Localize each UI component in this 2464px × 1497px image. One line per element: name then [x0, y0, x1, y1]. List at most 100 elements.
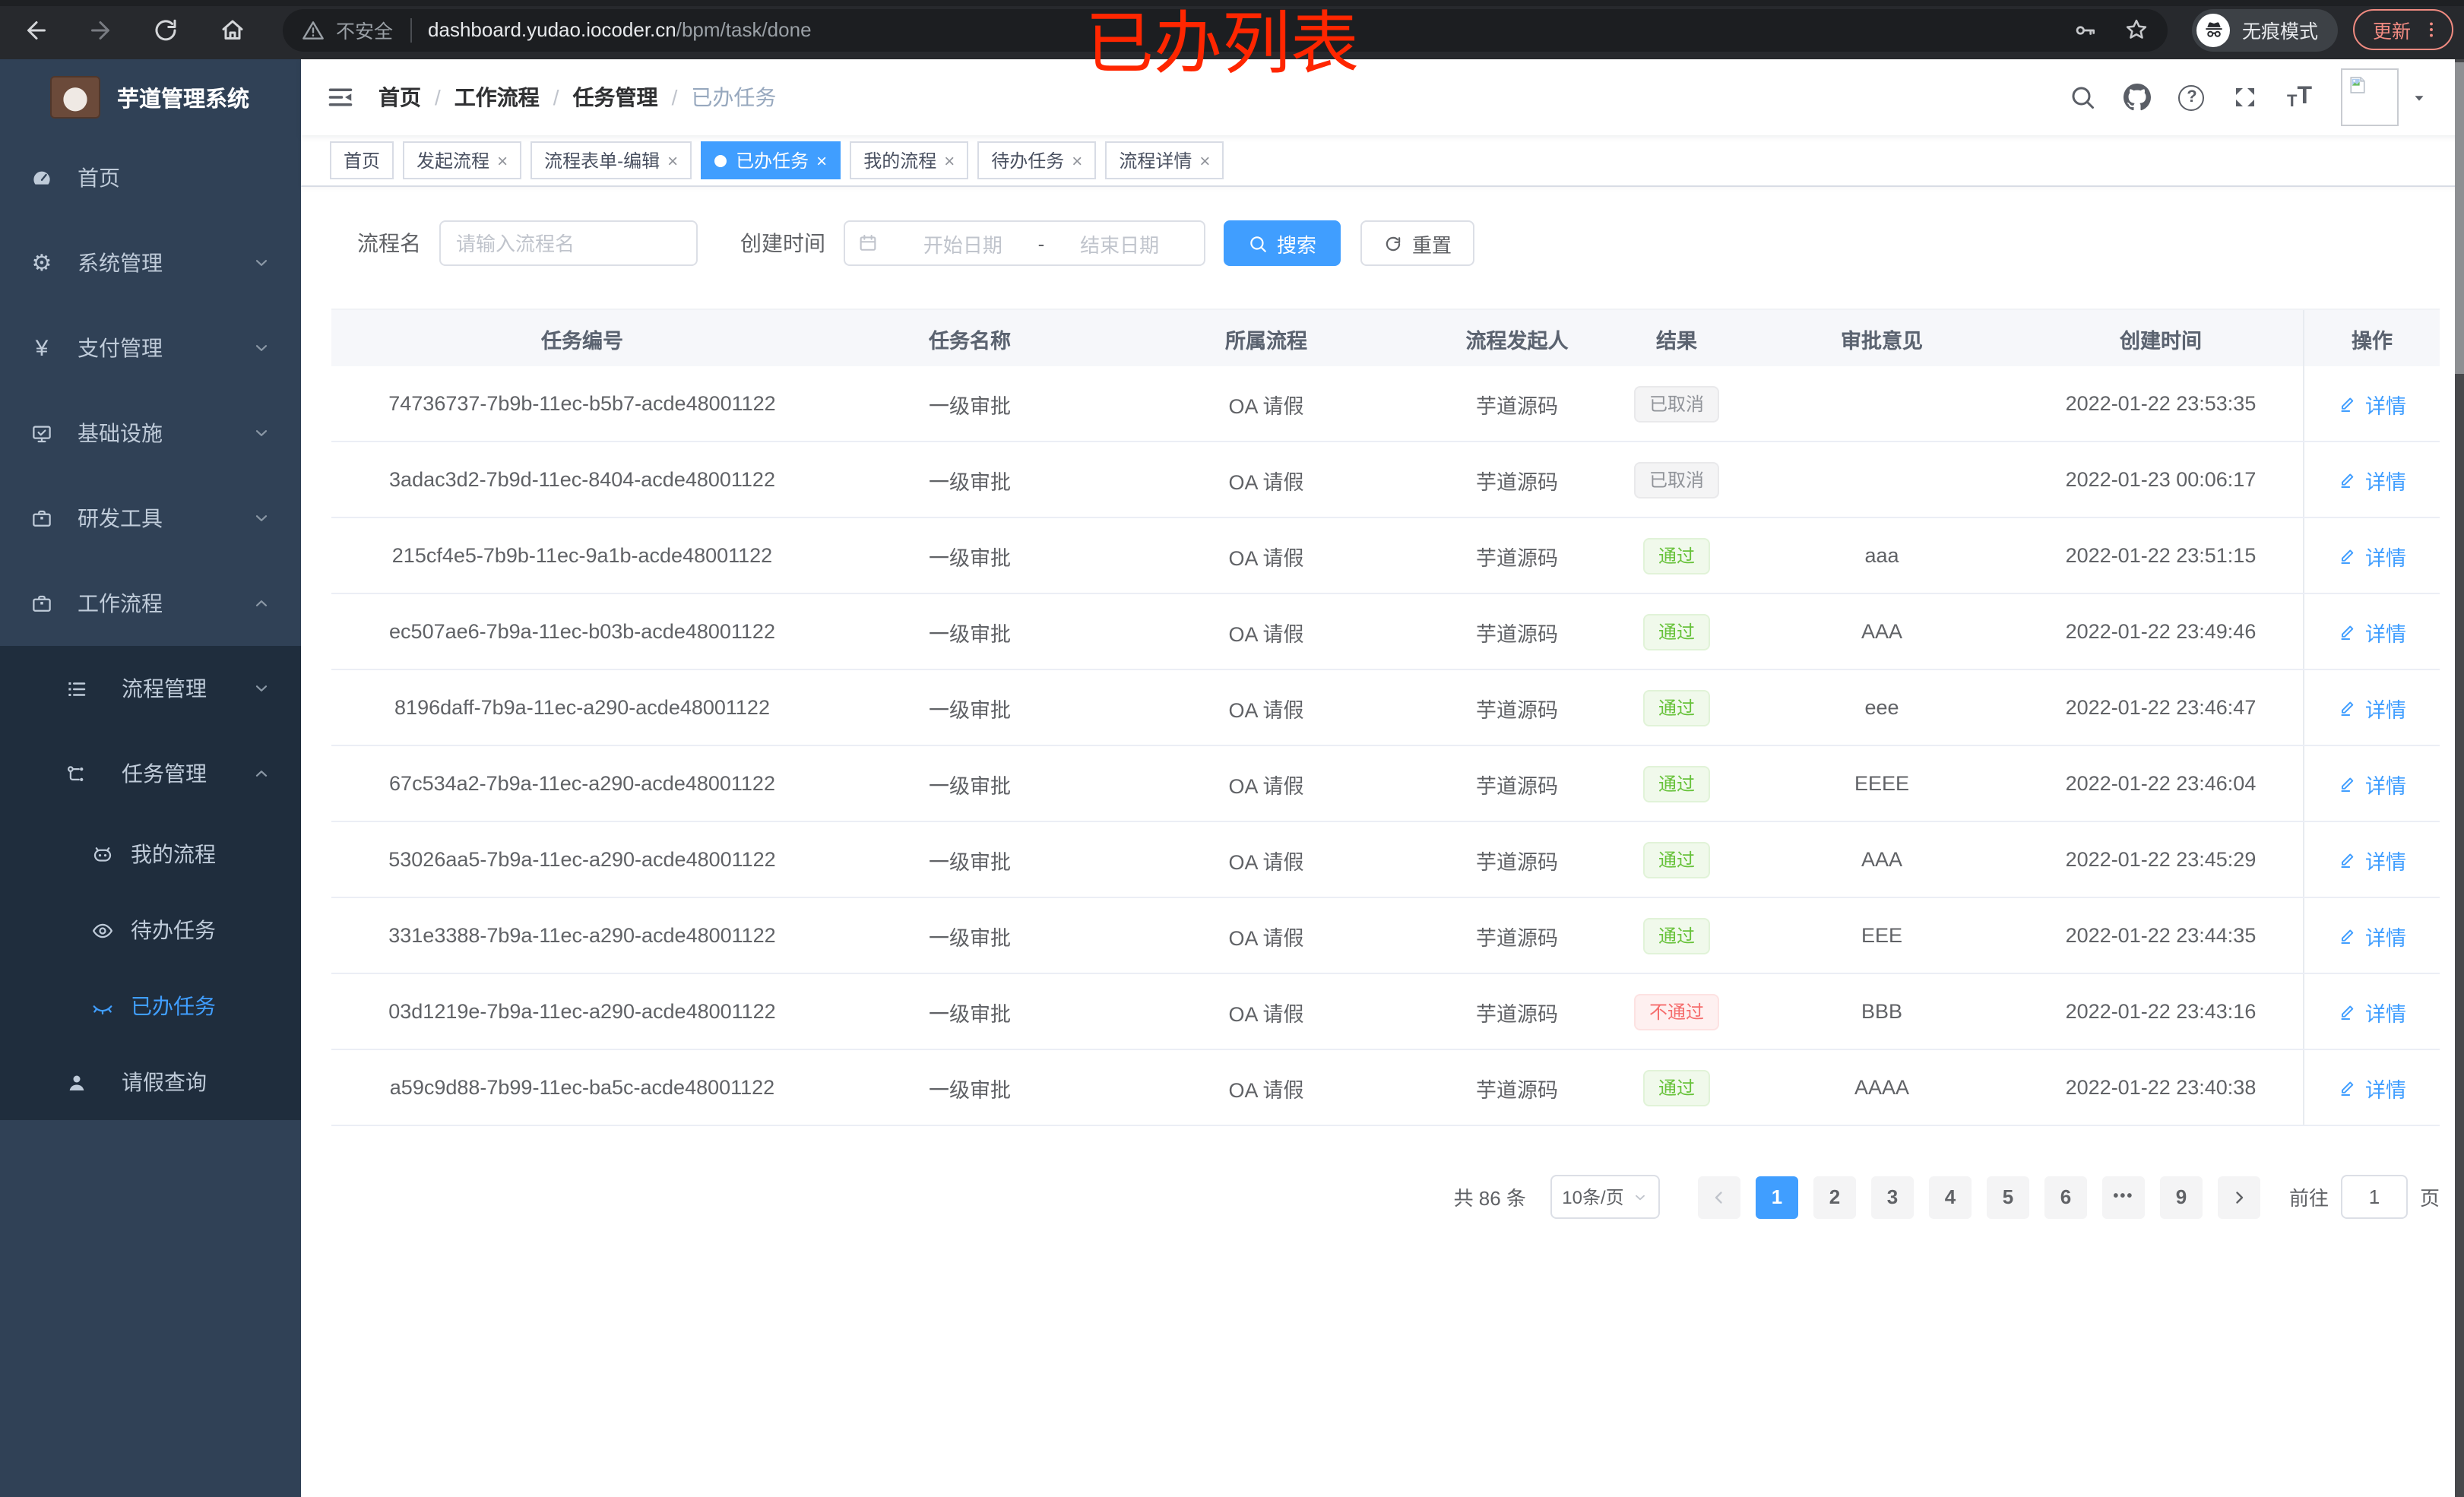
breadcrumb-item[interactable]: 工作流程 — [454, 82, 540, 112]
pager-page-2[interactable]: 2 — [1813, 1176, 1856, 1218]
next-page-button[interactable] — [2217, 1176, 2260, 1218]
sidebar-item-system[interactable]: ⚙ 系统管理 — [0, 220, 301, 305]
table-row: a59c9d88-7b99-11ec-ba5c-acde48001122 一级审批… — [331, 1050, 2440, 1126]
tab-process-detail[interactable]: 流程详情 × — [1105, 141, 1224, 179]
cell-process: OA 请假 — [1228, 1002, 1304, 1025]
tab-start-process[interactable]: 发起流程 × — [403, 141, 522, 179]
cell-starter: 芋道源码 — [1476, 1078, 1558, 1101]
chevron-down-icon — [252, 424, 271, 442]
detail-link[interactable]: 详情 — [2338, 692, 2406, 723]
search-icon[interactable] — [2070, 84, 2097, 111]
password-key-icon[interactable] — [2073, 17, 2098, 42]
date-range-input[interactable]: 开始日期 - 结束日期 — [844, 220, 1205, 266]
detail-link[interactable]: 详情 — [2338, 768, 2406, 799]
tabs-bar: 首页 发起流程 × 流程表单-编辑 × 已办任务 × 我的流程 × 待办任务 × 流程详情 × — [301, 135, 2464, 187]
sidebar-item-process-mgmt[interactable]: 流程管理 — [0, 646, 301, 731]
hamburger-icon[interactable] — [327, 84, 354, 111]
pager-ellipsis[interactable]: ••• — [2101, 1176, 2145, 1218]
reset-icon — [1383, 233, 1403, 253]
sidebar-item-task-mgmt[interactable]: 任务管理 — [0, 731, 301, 816]
detail-link[interactable]: 详情 — [2338, 996, 2406, 1027]
flow-icon — [65, 762, 88, 785]
breadcrumb-item[interactable]: 任务管理 — [573, 82, 658, 112]
detail-link[interactable]: 详情 — [2338, 388, 2406, 419]
cell-task-id: a59c9d88-7b99-11ec-ba5c-acde48001122 — [389, 1076, 775, 1099]
tab-my-process[interactable]: 我的流程 × — [850, 141, 969, 179]
content: 流程名 创建时间 开始日期 - 结束日期 搜索 重 — [301, 187, 2464, 1497]
help-icon[interactable]: ? — [2178, 84, 2205, 110]
goto-page-input[interactable] — [2340, 1175, 2408, 1219]
cell-process: OA 请假 — [1228, 698, 1304, 721]
reset-button[interactable]: 重置 — [1360, 220, 1475, 266]
browser-reload-icon[interactable] — [152, 16, 179, 43]
pager-page-4[interactable]: 4 — [1928, 1176, 1972, 1218]
browser-back-icon[interactable] — [23, 16, 50, 43]
sidebar-item-todo-tasks[interactable]: 待办任务 — [0, 892, 301, 968]
detail-link[interactable]: 详情 — [2338, 540, 2406, 571]
tab-close-icon[interactable]: × — [944, 151, 955, 169]
cell-task-name: 一级审批 — [929, 394, 1011, 417]
browser-menu-icon[interactable] — [2421, 20, 2441, 40]
tab-close-icon[interactable]: × — [667, 151, 678, 169]
detail-link[interactable]: 详情 — [2338, 464, 2406, 495]
date-end-placeholder: 结束日期 — [1080, 233, 1160, 256]
search-button[interactable]: 搜索 — [1224, 220, 1341, 266]
pager-page-5[interactable]: 5 — [1986, 1176, 2029, 1218]
sidebar-item-infra[interactable]: 基础设施 — [0, 391, 301, 476]
sidebar-item-my-process[interactable]: 我的流程 — [0, 816, 301, 892]
address-bar[interactable]: 不安全 dashboard.yudao.iocoder.cn /bpm/task… — [283, 8, 2168, 51]
column-header: 结果 — [1656, 329, 1697, 352]
cell-result: 通过 — [1608, 841, 1745, 878]
tab-todo-tasks[interactable]: 待办任务 × — [977, 141, 1097, 179]
cell-action: 详情 — [2303, 974, 2440, 1049]
sidebar-item-devtools[interactable]: 研发工具 — [0, 476, 301, 561]
breadcrumb-separator: / — [553, 85, 559, 109]
total-count: 共 86 条 — [1453, 1187, 1526, 1210]
pager-page-6[interactable]: 6 — [2044, 1176, 2087, 1218]
sidebar-item-done-tasks[interactable]: 已办任务 — [0, 968, 301, 1044]
pager-page-3[interactable]: 3 — [1870, 1176, 1914, 1218]
tab-done-tasks[interactable]: 已办任务 × — [701, 141, 841, 179]
tab-close-icon[interactable]: × — [1072, 151, 1082, 169]
detail-link[interactable]: 详情 — [2338, 1072, 2406, 1103]
sidebar-item-payment[interactable]: ¥ 支付管理 — [0, 305, 301, 391]
tab-close-icon[interactable]: × — [816, 151, 827, 169]
sidebar-item-leave-query[interactable]: 请假查询 — [0, 1044, 301, 1120]
detail-link[interactable]: 详情 — [2338, 616, 2406, 647]
tab-close-icon[interactable]: × — [1199, 151, 1210, 169]
user-icon — [65, 1071, 88, 1093]
browser-update-button[interactable]: 更新 — [2353, 9, 2454, 50]
process-name-input[interactable] — [439, 220, 698, 266]
prev-page-button[interactable] — [1697, 1176, 1740, 1218]
breadcrumb-item[interactable]: 首页 — [378, 82, 421, 112]
active-dot — [714, 154, 727, 166]
gauge-icon — [30, 166, 53, 189]
tab-form-edit[interactable]: 流程表单-编辑 × — [530, 141, 692, 179]
browser-scrollbar-thumb[interactable] — [2455, 62, 2464, 374]
bookmark-star-icon[interactable] — [2124, 17, 2149, 43]
avatar[interactable] — [2341, 68, 2399, 126]
process-name-label: 流程名 — [357, 231, 421, 255]
avatar-caret-icon[interactable] — [2411, 89, 2428, 106]
sidebar-item-workflow[interactable]: 工作流程 — [0, 561, 301, 646]
cell-starter: 芋道源码 — [1476, 546, 1558, 569]
font-size-icon[interactable]: TT — [2287, 84, 2312, 111]
cell-comment: AAA — [1861, 620, 1902, 643]
sidebar-item-home[interactable]: 首页 — [0, 135, 301, 220]
tab-close-icon[interactable]: × — [497, 151, 508, 169]
eye-closed-icon — [91, 995, 114, 1018]
cell-task-name: 一级审批 — [929, 622, 1011, 645]
detail-link[interactable]: 详情 — [2338, 844, 2406, 875]
detail-link[interactable]: 详情 — [2338, 920, 2406, 951]
github-icon[interactable] — [2124, 84, 2152, 111]
tab-home[interactable]: 首页 — [330, 141, 394, 179]
page-size-select[interactable]: 10条/页 — [1550, 1175, 1660, 1219]
browser-home-icon[interactable] — [219, 16, 246, 43]
pager-page-9[interactable]: 9 — [2159, 1176, 2203, 1218]
chevron-up-icon — [252, 594, 271, 612]
browser-forward-icon[interactable] — [87, 16, 114, 43]
edit-pen-icon — [2338, 622, 2358, 641]
pager-page-1[interactable]: 1 — [1755, 1176, 1798, 1218]
fullscreen-icon[interactable] — [2232, 84, 2260, 111]
cell-create-time: 2022-01-22 23:44:35 — [2065, 924, 2257, 947]
